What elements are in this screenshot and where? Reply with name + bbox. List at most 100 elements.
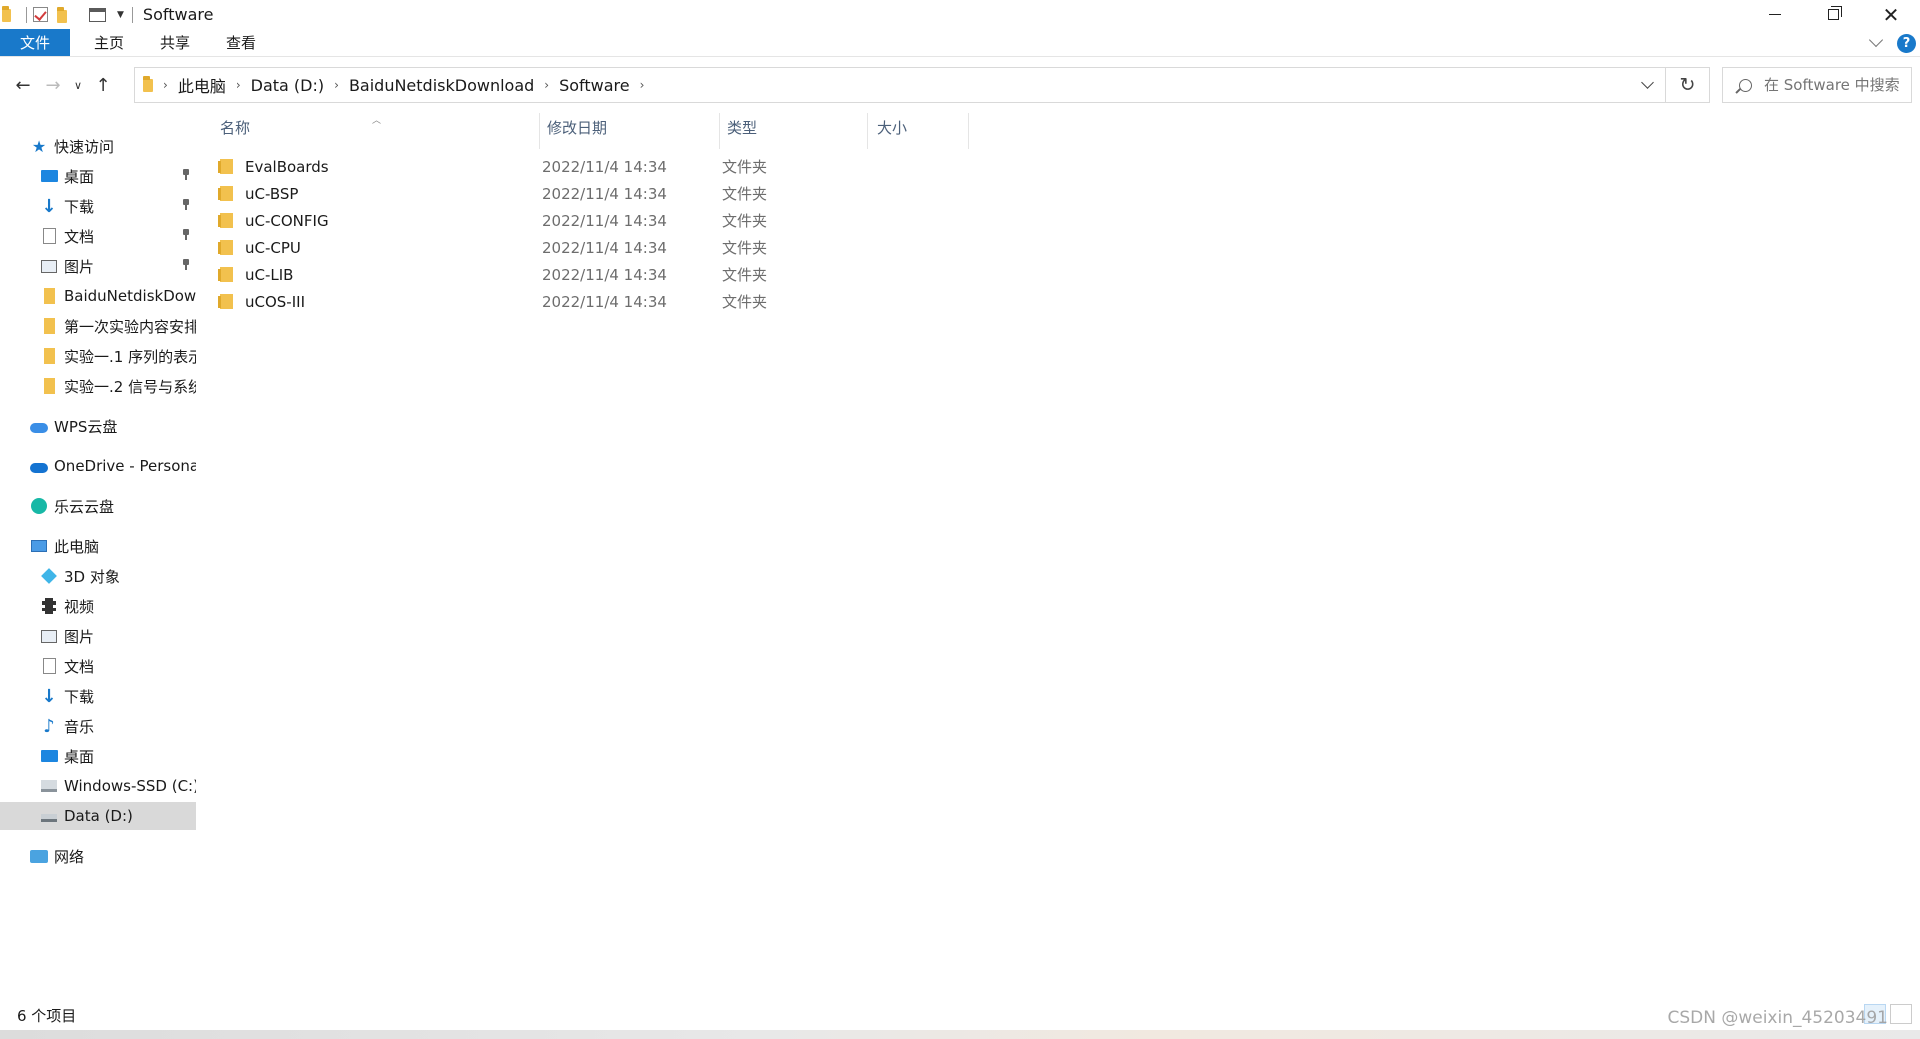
nav-pc-videos[interactable]: 视频 (0, 592, 196, 620)
column-header-size[interactable]: 大小 (877, 107, 907, 147)
nav-quick-downloads[interactable]: ↓ 下载 (0, 192, 196, 220)
pin-icon[interactable] (182, 259, 190, 271)
cloud-icon (30, 417, 48, 435)
nav-pc-drive-d[interactable]: Data (D:) (0, 802, 196, 830)
nav-quick-folder-lab-plan[interactable]: 第一次实验内容安排 (0, 312, 196, 340)
table-row[interactable]: uC-CONFIG 2022/11/4 14:34 文件夹 (218, 207, 980, 234)
nav-pc-desktop[interactable]: 桌面 (0, 742, 196, 770)
breadcrumb-data-d[interactable]: Data (D:) (251, 76, 324, 95)
nav-quick-folder-lab-1-2[interactable]: 实验一.2 信号与系统 (0, 372, 196, 400)
column-header-date[interactable]: 修改日期 (547, 107, 607, 147)
tab-home[interactable]: 主页 (76, 29, 142, 56)
properties-check-icon[interactable] (33, 6, 51, 24)
nav-pc-pictures[interactable]: 图片 (0, 622, 196, 650)
nav-pc-drive-c[interactable]: Windows-SSD (C:) (0, 772, 196, 800)
picture-icon (40, 257, 58, 275)
nav-quick-folder-lab-1-1[interactable]: 实验一.1 序列的表示 (0, 342, 196, 370)
forward-button[interactable]: → (38, 71, 68, 101)
file-type: 文件夹 (722, 185, 768, 203)
breadcrumb-separator-icon[interactable]: › (640, 78, 645, 92)
help-icon[interactable]: ? (1897, 33, 1916, 53)
status-bar: 6 个项目 (0, 1000, 1920, 1030)
up-button[interactable]: ↑ (88, 71, 118, 101)
new-folder-icon[interactable] (57, 7, 75, 26)
file-type: 文件夹 (722, 293, 768, 311)
minimize-icon (1769, 14, 1781, 15)
cube-3d-icon (40, 567, 58, 585)
nav-quick-baidunetdisk[interactable]: BaiduNetdiskDow (0, 282, 196, 310)
file-date: 2022/11/4 14:34 (542, 157, 667, 176)
table-row[interactable]: uC-BSP 2022/11/4 14:34 文件夹 (218, 180, 980, 207)
nav-quick-desktop[interactable]: 桌面 (0, 162, 196, 190)
nav-pc-documents[interactable]: 文档 (0, 652, 196, 680)
nav-pc-music[interactable]: ♪ 音乐 (0, 712, 196, 740)
title-bar: ▼ Software ✕ (0, 0, 1920, 29)
leyun-cloud-icon (30, 497, 48, 515)
folder-icon (143, 75, 153, 92)
file-date: 2022/11/4 14:34 (542, 211, 667, 230)
table-row[interactable]: uC-CPU 2022/11/4 14:34 文件夹 (218, 234, 980, 261)
address-history-dropdown[interactable] (1629, 68, 1665, 102)
expand-ribbon-icon[interactable] (1868, 32, 1884, 48)
nav-this-pc[interactable]: 此电脑 (0, 532, 196, 560)
tab-view[interactable]: 查看 (208, 29, 274, 56)
folder-icon (2, 5, 20, 26)
item-count: 6 个项目 (17, 1006, 77, 1025)
search-input[interactable] (1764, 76, 1904, 94)
nav-quick-access[interactable]: ★ 快速访问 (0, 132, 196, 160)
window-title: Software (142, 5, 214, 24)
minimize-button[interactable] (1746, 0, 1804, 29)
pin-icon[interactable] (182, 169, 190, 181)
breadcrumb-separator-icon[interactable]: › (334, 78, 339, 92)
nav-quick-pictures[interactable]: 图片 (0, 252, 196, 280)
toolbar-divider (26, 6, 27, 23)
desktop-icon (40, 167, 58, 185)
column-divider[interactable] (968, 113, 969, 149)
table-row[interactable]: uCOS-III 2022/11/4 14:34 文件夹 (218, 288, 980, 315)
window-controls: ✕ (1746, 0, 1920, 29)
tab-file[interactable]: 文件 (0, 29, 70, 56)
table-row[interactable]: EvalBoards 2022/11/4 14:34 文件夹 (218, 153, 980, 180)
large-icons-view-icon[interactable] (1890, 1004, 1912, 1024)
column-divider[interactable] (539, 113, 540, 149)
customize-toolbar-dropdown-icon[interactable]: ▼ (117, 10, 124, 20)
refresh-button[interactable]: ↻ (1666, 67, 1710, 103)
address-bar[interactable]: › 此电脑 › Data (D:) › BaiduNetdiskDownload… (134, 67, 1666, 103)
breadcrumb-separator-icon[interactable]: › (236, 78, 241, 92)
breadcrumb-software[interactable]: Software (559, 76, 630, 95)
nav-onedrive[interactable]: OneDrive - Persona (0, 452, 196, 480)
nav-wps-cloud[interactable]: WPS云盘 (0, 412, 196, 440)
folder-icon (40, 287, 58, 305)
column-divider[interactable] (719, 113, 720, 149)
pin-icon[interactable] (182, 229, 190, 241)
chevron-down-icon (1640, 75, 1654, 89)
ribbon-right-controls: ? (1868, 29, 1920, 57)
breadcrumb-baidunetdiskdownload[interactable]: BaiduNetdiskDownload (349, 76, 534, 95)
nav-pc-3d-objects[interactable]: 3D 对象 (0, 562, 196, 590)
column-divider[interactable] (867, 113, 868, 149)
drive-icon (40, 807, 58, 825)
pin-icon[interactable] (182, 199, 190, 211)
close-button[interactable]: ✕ (1862, 0, 1920, 29)
column-header-name[interactable]: 名称 (220, 107, 250, 147)
network-icon (30, 847, 48, 865)
folder-icon (218, 240, 233, 255)
table-row[interactable]: uC-LIB 2022/11/4 14:34 文件夹 (218, 261, 980, 288)
column-header-type[interactable]: 类型 (727, 107, 757, 147)
nav-quick-documents[interactable]: 文档 (0, 222, 196, 250)
folder-icon (40, 377, 58, 395)
nav-leyun-cloud[interactable]: 乐云云盘 (0, 492, 196, 520)
breadcrumb-this-pc[interactable]: 此电脑 (178, 73, 226, 97)
back-button[interactable]: ← (8, 71, 38, 101)
breadcrumb-separator-icon[interactable]: › (544, 78, 549, 92)
navigation-pane: ★ 快速访问 桌面 ↓ 下载 文档 图片 BaiduNetdiskDow 第一次… (0, 128, 196, 988)
window-properties-icon[interactable] (89, 6, 107, 24)
nav-network[interactable]: 网络 (0, 842, 196, 870)
breadcrumb-separator-icon[interactable]: › (163, 78, 168, 92)
restore-button[interactable] (1804, 0, 1862, 29)
nav-pc-downloads[interactable]: ↓ 下载 (0, 682, 196, 710)
chevron-down-icon: ∨ (73, 79, 83, 92)
recent-locations-button[interactable]: ∨ (68, 71, 88, 101)
search-box[interactable] (1722, 67, 1912, 103)
tab-share[interactable]: 共享 (142, 29, 208, 56)
